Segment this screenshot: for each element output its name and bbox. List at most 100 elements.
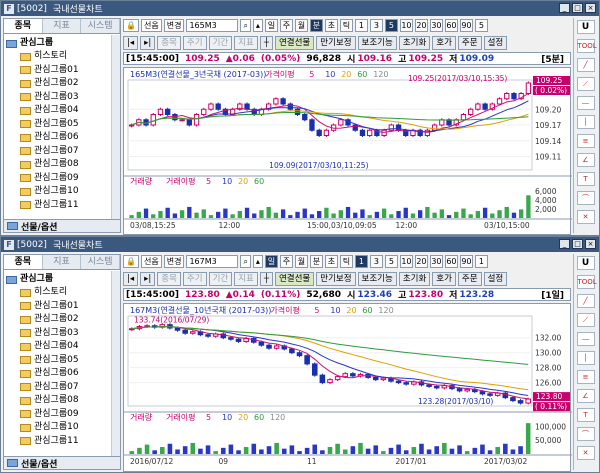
num-20[interactable]: 20 [414, 19, 428, 32]
tree-bottom-group[interactable]: 선물/옵션 [4, 456, 120, 470]
search-icon[interactable]: ⌕ [240, 255, 251, 268]
tree-item[interactable]: 관심그룹10 [6, 421, 118, 435]
tree-scrollbar[interactable] [111, 35, 120, 220]
arrow-up-icon[interactable]: ▴ [252, 19, 263, 32]
toggle-icon[interactable]: U [576, 20, 595, 34]
arrow-up-icon[interactable]: ▴ [252, 255, 263, 268]
num-90[interactable]: 90 [459, 255, 473, 268]
maximize-icon[interactable]: □ [572, 3, 583, 13]
chart-area[interactable]: 167M3(연결선물_10년국채 (2017-03)) 가격이평 5 10 20 60 12… [123, 303, 572, 472]
tree-item-history[interactable]: 히스토리 [6, 50, 118, 64]
dim-indicator-button[interactable]: 지표 [234, 271, 258, 286]
angle-tool-icon[interactable]: ∠ [576, 389, 595, 403]
quote-button[interactable]: 호가 [432, 35, 456, 50]
period-minute[interactable]: 분 [309, 255, 323, 268]
tree-item[interactable]: 관심그룹02 [6, 313, 118, 327]
tree-item[interactable]: 관심그룹02 [6, 77, 118, 91]
tree-item[interactable]: 관심그룹01 [6, 64, 118, 78]
text-tool-icon[interactable]: T [576, 408, 595, 422]
tree-root[interactable]: 관심그룹 [6, 273, 118, 286]
order-button[interactable]: 주문 [457, 271, 482, 286]
expiry-adjust-button[interactable]: 만기보정 [316, 35, 356, 50]
num-20[interactable]: 20 [414, 255, 428, 268]
nav-left-icon[interactable]: |◂ [123, 35, 139, 50]
tree-item[interactable]: 관심그룹10 [6, 185, 118, 199]
crosshair-icon[interactable]: ┼ [259, 271, 273, 286]
period-tick[interactable]: 틱 [339, 255, 353, 268]
tab-stock[interactable]: 종목 [4, 19, 43, 33]
vline-tool-icon[interactable]: │ [576, 351, 595, 365]
dim-stock-button[interactable]: 종목 [157, 271, 181, 286]
tool-icon[interactable]: TOOL [576, 39, 597, 53]
lock-icon[interactable]: 🔒 [123, 19, 139, 32]
period-month[interactable]: 월 [294, 19, 308, 32]
fib-tool-icon[interactable]: ≡ [576, 370, 595, 384]
expiry-adjust-button[interactable]: 만기보정 [316, 271, 356, 286]
num-custom[interactable]: 5 [474, 19, 488, 32]
vline-tool-icon[interactable]: │ [576, 115, 595, 129]
delete-tool-icon[interactable]: ✕ [576, 210, 595, 224]
dim-period-button[interactable]: 주기 [182, 271, 207, 286]
hline-tool-icon[interactable]: ― [576, 96, 595, 110]
reset-button[interactable]: 초기화 [398, 271, 431, 286]
change-button[interactable]: 변경 [163, 19, 185, 32]
minimize-icon[interactable]: _ [559, 3, 570, 13]
num-10[interactable]: 10 [399, 19, 413, 32]
num-30[interactable]: 30 [429, 19, 443, 32]
dim-period-button[interactable]: 주기 [182, 35, 207, 50]
tree-item[interactable]: 관심그룹08 [6, 394, 118, 408]
tab-system[interactable]: 시스템 [81, 255, 121, 269]
period-day[interactable]: 일 [264, 19, 278, 32]
tab-indicator[interactable]: 지표 [42, 19, 82, 33]
minimize-icon[interactable]: _ [559, 239, 570, 249]
chart-area[interactable]: 165M3(연결선물_3년국채 (2017-03)) 가격이평 5 10 20 60 120… [123, 67, 572, 235]
text-tool-icon[interactable]: T [576, 172, 595, 186]
num-3[interactable]: 3 [369, 19, 383, 32]
tree-bottom-group[interactable]: 선물/옵션 [4, 219, 120, 233]
tab-system[interactable]: 시스템 [81, 19, 121, 33]
dim-indicator-button[interactable]: 지표 [234, 35, 258, 50]
quote-button[interactable]: 호가 [432, 271, 456, 286]
num-30[interactable]: 30 [429, 255, 443, 268]
nav-right-icon[interactable]: ▸| [140, 35, 156, 50]
dim-range-button[interactable]: 기간 [208, 271, 233, 286]
period-minute[interactable]: 분 [309, 19, 323, 32]
tree-item[interactable]: 관심그룹05 [6, 354, 118, 368]
delete-tool-icon[interactable]: ✕ [576, 446, 595, 460]
tree-scrollbar[interactable] [111, 271, 120, 457]
num-1[interactable]: 1 [354, 19, 368, 32]
nav-right-icon[interactable]: ▸| [140, 271, 156, 286]
nav-left-icon[interactable]: |◂ [123, 271, 139, 286]
tree-item[interactable]: 관심그룹05 [6, 118, 118, 132]
settings-button[interactable]: 설정 [483, 35, 508, 50]
type-select[interactable]: 선옵 [140, 255, 162, 268]
num-60[interactable]: 60 [444, 19, 458, 32]
line-tool-icon[interactable]: ╱ [576, 294, 595, 308]
period-second[interactable]: 초 [324, 19, 338, 32]
tree-item[interactable]: 관심그룹04 [6, 340, 118, 354]
order-button[interactable]: 주문 [457, 35, 482, 50]
close-icon[interactable]: × [585, 239, 596, 249]
trend-tool-icon[interactable]: ⟋ [576, 77, 595, 91]
arc-tool-icon[interactable]: ⌒ [576, 191, 595, 205]
arc-tool-icon[interactable]: ⌒ [576, 427, 595, 441]
line-tool-icon[interactable]: ╱ [576, 58, 595, 72]
angle-tool-icon[interactable]: ∠ [576, 153, 595, 167]
search-icon[interactable]: ⌕ [240, 19, 251, 32]
num-custom[interactable]: 1 [474, 255, 488, 268]
tab-indicator[interactable]: 지표 [42, 255, 82, 269]
period-day[interactable]: 일 [264, 255, 278, 268]
num-5[interactable]: 5 [384, 255, 398, 268]
num-3[interactable]: 3 [369, 255, 383, 268]
period-week[interactable]: 주 [279, 19, 293, 32]
linked-futures-button[interactable]: 연결선물 [274, 35, 315, 50]
dim-range-button[interactable]: 기간 [208, 35, 233, 50]
tree-item[interactable]: 관심그룹03 [6, 327, 118, 341]
fib-tool-icon[interactable]: ≡ [576, 134, 595, 148]
num-1[interactable]: 1 [354, 255, 368, 268]
tree-item[interactable]: 관심그룹07 [6, 381, 118, 395]
period-tick[interactable]: 틱 [339, 19, 353, 32]
tree-item[interactable]: 관심그룹06 [6, 367, 118, 381]
tab-stock[interactable]: 종목 [4, 255, 43, 269]
crosshair-icon[interactable]: ┼ [259, 35, 273, 50]
